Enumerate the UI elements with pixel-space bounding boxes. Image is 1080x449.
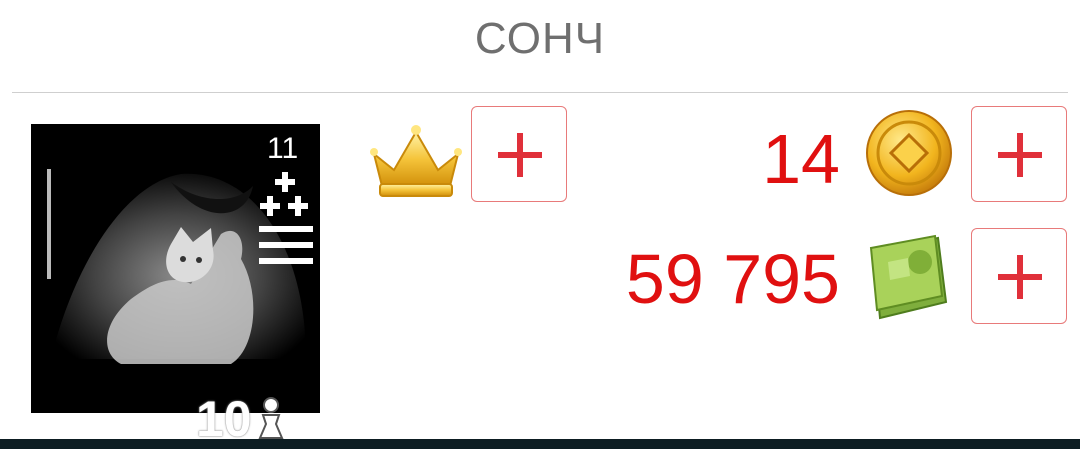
gold-coin-icon <box>866 110 952 196</box>
plus-marks-icon <box>260 172 308 216</box>
buy-cash-button[interactable] <box>971 228 1067 324</box>
avatar[interactable]: 11 <box>31 124 320 413</box>
cash-value: 59 795 <box>625 240 840 318</box>
coins-value: 14 <box>762 120 840 198</box>
overlay-number: 11 <box>267 132 299 165</box>
pawn-icon <box>258 397 284 439</box>
player-level: 10 <box>196 392 288 444</box>
buy-coins-button[interactable] <box>971 106 1067 202</box>
level-number: 10 <box>196 391 252 447</box>
money-stack-icon <box>869 234 948 320</box>
equals-marks-icon <box>259 226 313 264</box>
page-title: СОНЧ <box>474 14 606 63</box>
bottom-bar <box>0 439 1080 449</box>
buy-premium-button[interactable] <box>471 106 567 202</box>
header-divider <box>12 92 1068 93</box>
crown-icon[interactable] <box>368 118 464 204</box>
